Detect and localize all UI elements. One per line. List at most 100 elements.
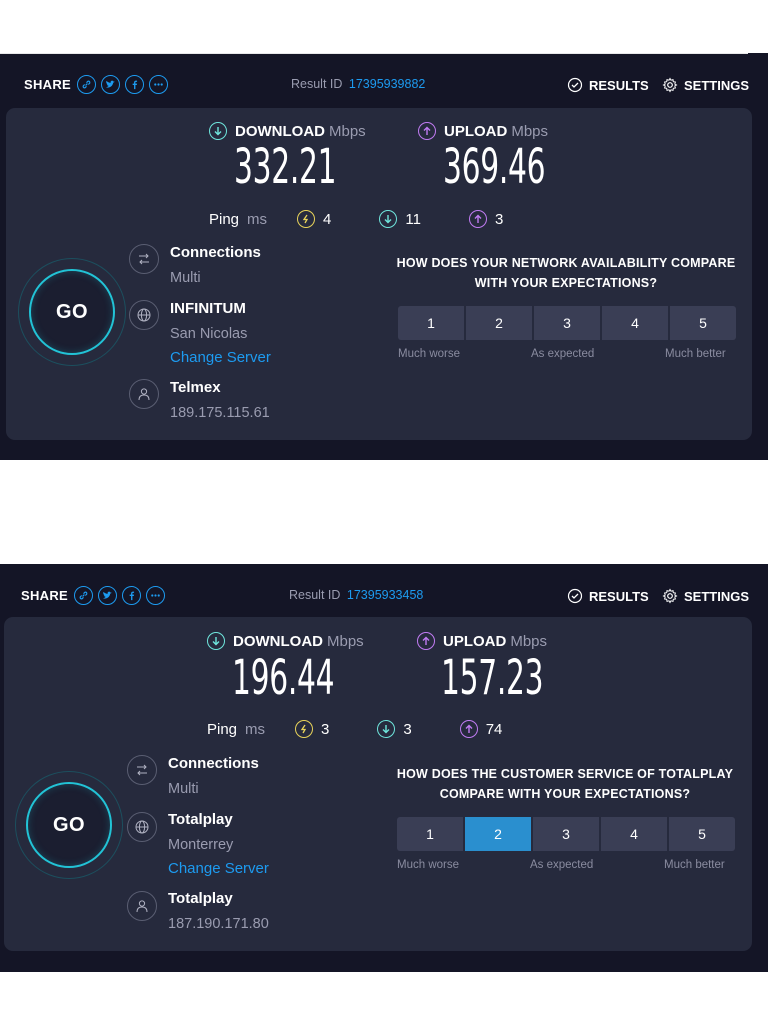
ping-row: Ping ms 4 11 3 [209,210,551,228]
upload-arrow-icon [468,210,487,228]
ping-unit: ms [245,720,266,738]
result-id-link[interactable]: 17395939882 [349,77,425,91]
rating-option-3[interactable]: 3 [534,306,600,340]
scale-high-label: Much better [665,348,726,360]
connections-value: Multi [170,270,201,286]
more-icon[interactable] [149,75,169,94]
settings-button[interactable]: SETTINGS [662,588,749,604]
go-button[interactable]: GO [26,782,112,868]
results-label: RESULTS [589,588,649,604]
upload-label: UPLOAD [444,122,508,140]
download-label: DOWNLOAD [233,632,323,650]
upload-header: UPLOAD Mbps [417,632,547,650]
ping-upload: 74 [459,720,503,738]
scale-low-label: Much worse [398,348,460,360]
twitter-icon[interactable] [98,586,118,605]
rating-option-4[interactable]: 4 [602,306,668,340]
go-button-ring: GO [18,258,126,366]
share-bar: SHARE [24,75,173,94]
download-arrow-icon [379,210,398,228]
rating-option-2[interactable]: 2 [465,817,531,851]
change-server-link[interactable]: Change Server [168,860,269,877]
ip-address: 187.190.171.80 [168,916,269,932]
scale-low-label: Much worse [397,859,459,871]
server-title: INFINITUM [170,300,246,317]
gear-icon [662,588,678,604]
download-unit: Mbps [327,632,364,650]
upload-unit: Mbps [511,122,549,140]
facebook-icon[interactable] [125,75,145,94]
server-title: Totalplay [168,811,233,828]
connections-icon [127,755,157,785]
user-icon [129,379,159,409]
upload-speed-value: 157.23 [441,650,544,706]
result-id-link[interactable]: 17395933458 [347,588,423,602]
ping-unit: ms [247,210,268,228]
results-button[interactable]: RESULTS [567,77,649,93]
result-id-label: Result ID [291,77,343,91]
rating-option-1[interactable]: 1 [398,306,464,340]
connections-icon [129,244,159,274]
link-icon[interactable] [77,75,97,94]
upload-arrow-icon [459,720,478,738]
settings-label: SETTINGS [684,77,750,93]
more-icon[interactable] [146,586,166,605]
upload-arrow-icon [417,632,435,650]
rating-option-2[interactable]: 2 [466,306,532,340]
rating-option-3[interactable]: 3 [533,817,599,851]
ping-upload: 3 [468,210,504,228]
ping-download-value: 11 [405,210,421,228]
connections-value: Multi [168,781,199,797]
results-button[interactable]: RESULTS [567,588,649,604]
rating-scale: 1 2 3 4 5 [398,306,736,340]
link-icon[interactable] [74,586,94,605]
download-arrow-icon [377,720,396,738]
go-button-ring: GO [15,771,123,879]
rating-option-1[interactable]: 1 [397,817,463,851]
ping-download-value: 3 [403,720,412,738]
survey-question: HOW DOES YOUR NETWORK AVAILABILITY COMPA… [396,256,736,290]
jitter-icon [295,720,314,738]
check-circle-icon [567,77,583,93]
share-label: SHARE [24,77,72,92]
rating-scale: 1 2 3 4 5 [397,817,735,851]
facebook-icon[interactable] [122,586,142,605]
speedtest-result-panel-2: SHARE Result ID 17395933458 RESULTS SETT… [0,564,768,972]
result-id: Result ID 17395939882 [291,77,425,91]
download-speed-value: 332.21 [234,139,337,195]
ping-idle: 4 [297,210,331,228]
results-label: RESULTS [589,77,649,93]
connections-title: Connections [168,755,259,772]
scale-high-label: Much better [664,859,725,871]
rating-option-5[interactable]: 5 [669,817,735,851]
survey-question: HOW DOES THE CUSTOMER SERVICE OF TOTALPL… [396,767,734,801]
change-server-link[interactable]: Change Server [170,349,271,366]
rating-option-4[interactable]: 4 [601,817,667,851]
ping-idle-value: 4 [323,210,332,228]
upload-header: UPLOAD Mbps [418,122,548,140]
ping-idle: 3 [295,720,329,738]
connections-title: Connections [170,244,261,261]
upload-arrow-icon [418,122,436,140]
ping-label: Ping [207,720,238,738]
ping-upload-value: 3 [494,210,504,228]
download-header: DOWNLOAD Mbps [209,122,366,140]
go-button[interactable]: GO [29,269,115,355]
divider [0,53,748,54]
check-circle-icon [567,588,583,604]
ping-download: 11 [379,210,421,228]
ip-address: 189.175.115.61 [170,405,270,421]
share-bar: SHARE [21,586,170,605]
settings-button[interactable]: SETTINGS [662,77,749,93]
user-icon [127,891,157,921]
rating-option-5[interactable]: 5 [670,306,736,340]
download-label: DOWNLOAD [235,122,325,140]
twitter-icon[interactable] [101,75,121,94]
upload-unit: Mbps [510,632,548,650]
ping-upload-value: 74 [485,720,503,738]
upload-speed-value: 369.46 [443,139,546,195]
ping-row: Ping ms 3 3 74 [207,720,550,738]
download-header: DOWNLOAD Mbps [207,632,364,650]
upload-label: UPLOAD [443,632,507,650]
settings-label: SETTINGS [684,588,750,604]
